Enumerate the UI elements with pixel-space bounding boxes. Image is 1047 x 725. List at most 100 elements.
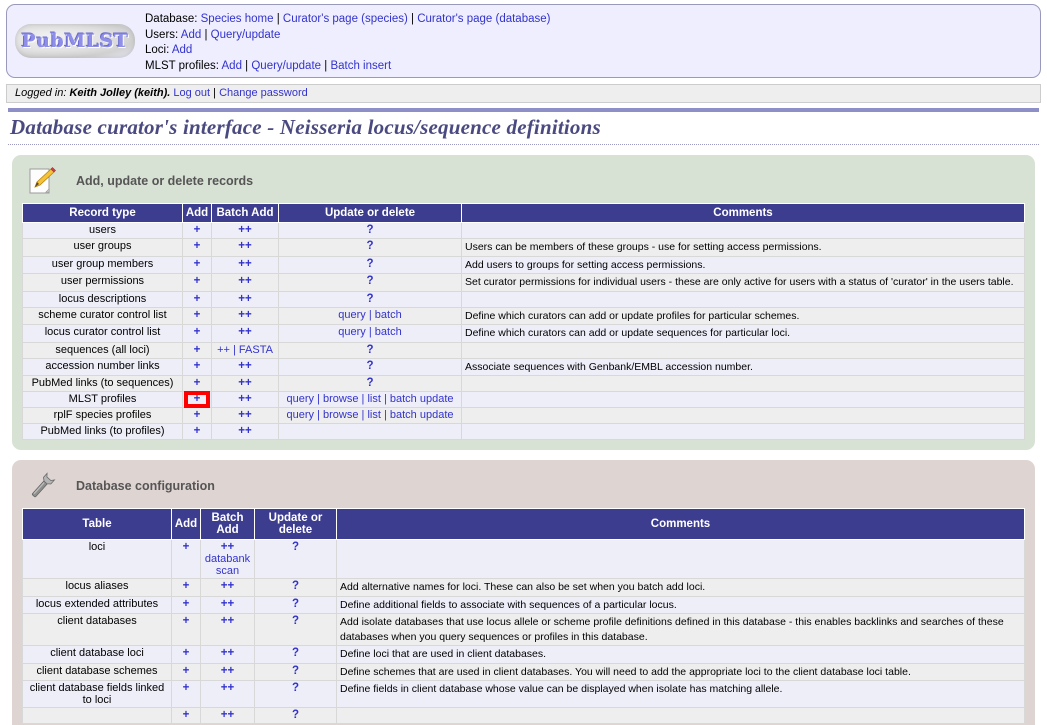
update-or-delete-cell[interactable]: query | batch <box>278 324 462 343</box>
link-query[interactable]: query <box>286 409 314 421</box>
update-link[interactable]: ? <box>366 377 373 389</box>
link-query[interactable]: query <box>338 326 366 338</box>
add-link[interactable]: + <box>194 360 201 372</box>
add-cell[interactable]: + <box>171 680 201 708</box>
update-or-delete-cell[interactable]: query | browse | list | batch update <box>278 391 462 408</box>
link-databank[interactable]: databank <box>205 553 250 565</box>
batch-add-link[interactable]: ++ <box>238 258 251 270</box>
update-link[interactable]: ? <box>292 580 299 592</box>
add-link[interactable]: + <box>194 344 201 356</box>
batch-add-cell[interactable]: ++ <box>200 578 255 597</box>
update-link[interactable]: ? <box>292 647 299 659</box>
update-or-delete-cell[interactable]: ? <box>254 680 337 708</box>
add-link[interactable]: + <box>183 598 190 610</box>
batch-add-link[interactable]: ++ <box>238 240 251 252</box>
link-mlst-add[interactable]: Add <box>222 60 242 72</box>
link-mlst-query-update[interactable]: Query/update <box>251 60 321 72</box>
add-link[interactable]: + <box>194 275 201 287</box>
batch-add-link[interactable]: ++ <box>238 224 251 236</box>
batch-add-cell[interactable]: ++ <box>211 357 279 376</box>
batch-add-link[interactable]: ++ <box>238 409 251 421</box>
batch-add-cell[interactable]: ++ <box>211 375 279 392</box>
update-link[interactable]: ? <box>292 615 299 627</box>
add-link[interactable]: + <box>194 293 201 305</box>
batch-add-cell[interactable]: ++ <box>200 662 255 681</box>
link-batch[interactable]: batch <box>375 326 402 338</box>
batch-add-link[interactable]: ++ <box>238 377 251 389</box>
add-cell[interactable]: + <box>182 324 212 343</box>
add-cell[interactable]: + <box>171 707 201 724</box>
update-or-delete-cell[interactable]: ? <box>254 645 337 664</box>
update-link[interactable]: ? <box>366 344 373 356</box>
add-cell[interactable]: + <box>171 662 201 681</box>
update-or-delete-cell[interactable]: ? <box>278 290 462 308</box>
batch-add-link[interactable]: ++ <box>238 293 251 305</box>
add-cell[interactable]: + <box>182 391 212 408</box>
add-link[interactable]: + <box>194 258 201 270</box>
update-or-delete-cell[interactable] <box>278 423 462 440</box>
update-link[interactable]: ? <box>366 275 373 287</box>
link-species-home[interactable]: Species home <box>201 13 274 25</box>
link-browse[interactable]: browse <box>323 393 358 405</box>
update-or-delete-cell[interactable]: query | batch <box>278 306 462 325</box>
add-link[interactable]: + <box>183 615 190 627</box>
add-link[interactable]: + <box>194 393 201 405</box>
link-batch-update[interactable]: batch update <box>390 409 454 421</box>
add-link[interactable]: + <box>194 309 201 321</box>
add-cell[interactable]: + <box>182 238 212 257</box>
update-or-delete-cell[interactable]: ? <box>254 707 337 724</box>
update-link[interactable]: ? <box>366 360 373 372</box>
add-link[interactable]: + <box>183 709 190 721</box>
link-list[interactable]: list <box>367 393 380 405</box>
batch-add-link[interactable]: ++ <box>221 709 234 721</box>
link-curators-page-database[interactable]: Curator's page (database) <box>417 13 550 25</box>
batch-add-cell[interactable]: ++ <box>211 273 279 292</box>
link-batch-update[interactable]: batch update <box>390 393 454 405</box>
update-link[interactable]: ? <box>292 665 299 677</box>
add-cell[interactable]: + <box>182 290 212 308</box>
batch-add-link[interactable]: ++ <box>221 598 234 610</box>
batch-add-cell[interactable]: ++ <box>211 391 279 408</box>
change-password-link[interactable]: Change password <box>219 87 308 99</box>
batch-add-cell[interactable]: ++ <box>211 222 279 239</box>
update-or-delete-cell[interactable]: ? <box>254 613 337 646</box>
pubmlst-logo[interactable]: PubMLST <box>15 24 135 58</box>
add-cell[interactable]: + <box>182 222 212 239</box>
add-cell[interactable]: + <box>182 306 212 325</box>
link-query[interactable]: query <box>338 309 366 321</box>
batch-add-cell[interactable]: ++ <box>211 324 279 343</box>
update-link[interactable]: ? <box>366 258 373 270</box>
add-cell[interactable]: + <box>171 595 201 614</box>
update-link[interactable]: ? <box>292 709 299 721</box>
add-cell[interactable]: + <box>182 255 212 274</box>
update-or-delete-cell[interactable]: ? <box>278 375 462 392</box>
batch-add-cell[interactable]: ++ <box>211 423 279 440</box>
update-link[interactable]: ? <box>366 293 373 305</box>
add-link[interactable]: + <box>183 647 190 659</box>
add-cell[interactable]: + <box>182 407 212 424</box>
batch-add-link[interactable]: ++ <box>238 309 251 321</box>
update-or-delete-cell[interactable]: query | browse | list | batch update <box>278 407 462 424</box>
add-link[interactable]: + <box>183 682 190 694</box>
update-link[interactable]: ? <box>292 682 299 694</box>
update-link[interactable]: ? <box>366 240 373 252</box>
add-link[interactable]: + <box>194 377 201 389</box>
link-mlst-batch-insert[interactable]: Batch insert <box>330 60 391 72</box>
add-link[interactable]: + <box>194 240 201 252</box>
batch-add-cell[interactable]: ++ databank scan <box>200 539 255 579</box>
batch-add-link[interactable]: ++ <box>221 615 234 627</box>
batch-add-link[interactable]: ++ <box>221 682 234 694</box>
update-or-delete-cell[interactable]: ? <box>278 255 462 274</box>
batch-add-link[interactable]: ++ <box>238 393 251 405</box>
link-query[interactable]: query <box>286 393 314 405</box>
add-cell[interactable]: + <box>182 273 212 292</box>
update-or-delete-cell[interactable]: ? <box>278 238 462 257</box>
update-or-delete-cell[interactable]: ? <box>254 539 337 579</box>
update-link[interactable]: ? <box>292 598 299 610</box>
batch-add-cell[interactable]: ++ <box>211 290 279 308</box>
link-curators-page-species[interactable]: Curator's page (species) <box>283 13 408 25</box>
update-or-delete-cell[interactable]: ? <box>278 357 462 376</box>
batch-add-link[interactable]: ++ <box>238 326 251 338</box>
batch-add-cell[interactable]: ++ <box>200 613 255 646</box>
batch-add-link[interactable]: ++ <box>221 541 234 553</box>
